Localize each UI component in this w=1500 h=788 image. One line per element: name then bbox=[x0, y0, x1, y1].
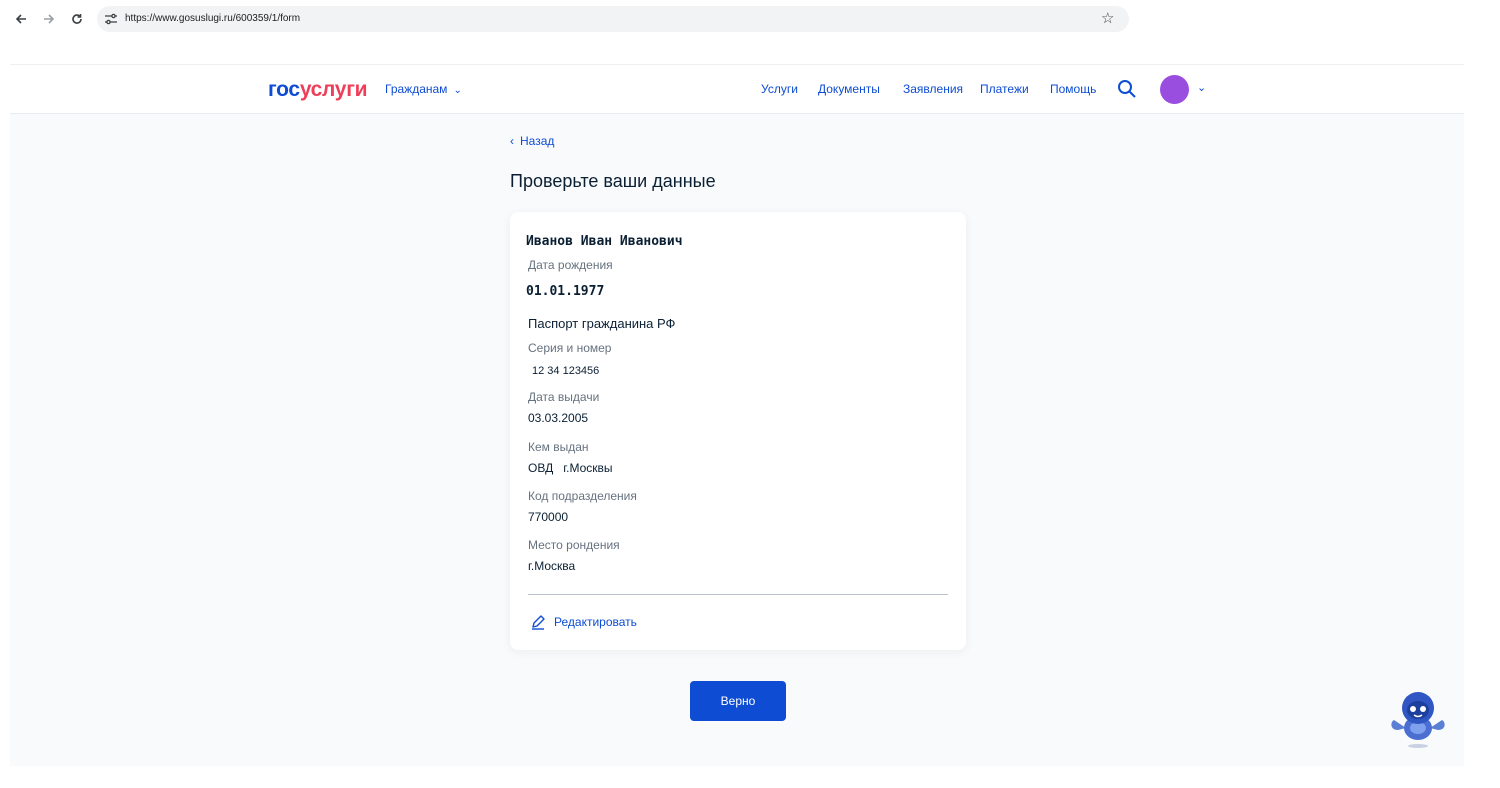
forward-arrow-icon[interactable] bbox=[40, 10, 58, 28]
confirm-button[interactable]: Верно bbox=[690, 681, 786, 721]
nav-item-help[interactable]: Помощь bbox=[1050, 82, 1096, 96]
nav-item-applications[interactable]: Заявления bbox=[903, 82, 963, 96]
nav-item-payments[interactable]: Платежи bbox=[980, 82, 1029, 96]
logo-part-gos: гос bbox=[268, 78, 300, 101]
department-code-label: Код подразделения bbox=[528, 489, 637, 503]
nav-item-services[interactable]: Услуги bbox=[761, 82, 798, 96]
issued-by-value: ОВД г.Москвы bbox=[528, 461, 613, 475]
browser-toolbar: https://www.gosuslugi.ru/600359/1/form ☆ bbox=[0, 0, 1500, 38]
role-label: Гражданам bbox=[385, 82, 448, 96]
back-arrow-icon[interactable] bbox=[12, 10, 30, 28]
department-code-value: 770000 bbox=[528, 510, 569, 524]
role-selector[interactable]: Гражданам ⌄ bbox=[385, 82, 462, 96]
series-number-label: Серия и номер bbox=[528, 341, 612, 355]
gosuslugi-logo[interactable]: госуслуги bbox=[268, 78, 368, 102]
url-text: https://www.gosuslugi.ru/600359/1/form bbox=[125, 13, 301, 24]
assistant-robot-icon[interactable] bbox=[1386, 686, 1450, 750]
birth-place-value: г.Москва bbox=[528, 559, 576, 573]
full-name: Иванов Иван Иванович bbox=[526, 234, 683, 249]
bookmark-star-icon[interactable]: ☆ bbox=[1101, 9, 1114, 27]
series-number-value: 12 34 123456 bbox=[532, 365, 600, 377]
site-settings-icon[interactable] bbox=[104, 12, 118, 26]
nav-item-documents[interactable]: Документы bbox=[818, 82, 880, 96]
card-divider bbox=[528, 594, 948, 595]
issued-by-label: Кем выдан bbox=[528, 440, 589, 454]
issue-date-label: Дата выдачи bbox=[528, 390, 600, 404]
page-title: Проверьте ваши данные bbox=[510, 171, 716, 191]
address-bar[interactable]: https://www.gosuslugi.ru/600359/1/form ☆ bbox=[97, 6, 1129, 32]
chevron-down-icon: ⌄ bbox=[453, 85, 462, 96]
pencil-icon bbox=[532, 615, 545, 630]
user-avatar[interactable] bbox=[1160, 75, 1189, 104]
edit-button-label: Редактировать bbox=[554, 615, 637, 629]
issue-date-value: 03.03.2005 bbox=[528, 411, 589, 425]
birth-date-label: Дата рождения bbox=[528, 258, 613, 272]
account-chevron-down-icon[interactable]: ⌄ bbox=[1197, 81, 1206, 94]
back-link[interactable]: ‹ Назад bbox=[510, 134, 554, 148]
birth-place-label: Место рондения bbox=[528, 538, 620, 552]
logo-part-uslugi: услуги bbox=[299, 78, 368, 101]
site-header: госуслуги Гражданам ⌄ Услуги Документы За… bbox=[10, 64, 1464, 114]
birth-date-value: 01.01.1977 bbox=[526, 284, 605, 299]
back-link-label: Назад bbox=[520, 134, 555, 148]
page-content: госуслуги Гражданам ⌄ Услуги Документы За… bbox=[10, 64, 1464, 766]
reload-icon[interactable] bbox=[68, 10, 86, 28]
search-icon[interactable] bbox=[1117, 79, 1137, 99]
edit-button[interactable]: Редактировать bbox=[530, 614, 637, 630]
personal-data-card: Иванов Иван Иванович Дата рождения 01.01… bbox=[510, 212, 966, 650]
passport-section-title: Паспорт гражданина РФ bbox=[528, 316, 676, 331]
chevron-left-icon: ‹ bbox=[510, 134, 514, 148]
